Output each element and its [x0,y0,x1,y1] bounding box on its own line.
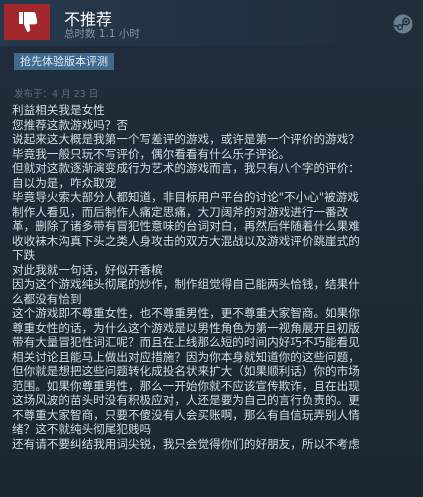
review-line: 对此我就一句话，好似开香槟 [12,262,163,277]
early-access-badge: 抢先体验版本评测 [14,53,114,70]
review-line: 带有大量冒犯性词汇呢？而且在上线那么短的时间内好巧不巧能看见 [12,335,360,349]
review-line: 范围。如果你尊重男性，那么一开始你就不应该宣传欺诈，且在出现 [12,378,360,393]
review-line: 毕竟导火索大部分人都知道，非目标用户平台的讨论"不小心"被游戏 [12,190,359,204]
review-line: 么都没有恰到 [12,291,82,306]
posted-date: 发布于：4 月 23 日 [14,89,99,100]
review-line: 因为这个游戏纯头彻尾的炒作，制作组觉得自己能两头恰钱，结果什 [12,277,360,291]
review-line: 制作人看见，而后制作人痛定思痛，大刀阔斧的对游戏进行一番改 [12,204,349,219]
review-line: 自以为是，咋众取宠 [12,175,117,190]
review-card: 不推荐 总时数 1.1 小时 抢先体验版本评测 发布于：4 月 23 日 利益相… [0,0,423,497]
review-line: 这个游戏即不尊重女性，也不尊重男性，更不尊重大家智商。如果你 [12,306,360,320]
review-line: 说起来这大概是我第一个写差评的游戏，或许是第一个评价的游戏？ [12,132,360,146]
review-line: 您推荐这款游戏吗？否 [12,117,128,132]
text-fade-overlay [0,470,423,497]
review-line: 绪？这不就纯头彻尾犯贱吗 [12,422,152,436]
review-line: 但就对这款逐渐演变成行为艺术的游戏而言，我只有八个字的评价： [12,161,360,175]
review-line: 尊重女性的话，为什么这个游戏是以男性角色为第一视角展开且初版 [12,320,360,335]
review-line: 这场风波的苗头时没有积极应对，人还是要为自己的言行负责的。更 [12,393,360,407]
review-line: 革，删除了诸多带有冒犯性意味的台词对白，再然后伴随着什么果难 [12,219,360,233]
review-header: 不推荐 总时数 1.1 小时 [0,0,423,46]
thumbs-down-icon [4,4,50,40]
review-line: 下跌 [12,248,36,262]
review-line: 相关讨论且能马上做出对应措施？因为你本身就知道你的这些问题， [12,349,360,364]
playtime-hours: 总时数 1.1 小时 [64,28,140,40]
review-line: 利益相关我是女性 [12,103,105,117]
review-line: 但你就是想把这些问题转化成投名状来扩大（如果顺利话）你的市场 [12,364,360,378]
review-line: 还有请不要纠结我用词尖锐，我只会觉得你们的好朋友，所以不考虑 [12,436,360,451]
review-line: 不尊重大家智商，只要不傻没有人会买账啊，那么有自信玩弄别人情 [12,407,360,422]
review-line: 收收袜木沟真下头之类人身攻击的双方大混战以及游戏评价跳崖式的 [12,233,360,248]
review-line: 毕竟我一般只玩不写评价，偶尔看看有什么乐子评论。 [12,146,291,161]
review-body: 利益相关我是女性 您推荐这款游戏吗？否 说起来这大概是我第一个写差评的游戏，或许… [12,103,416,451]
steam-logo-icon[interactable] [393,14,413,34]
